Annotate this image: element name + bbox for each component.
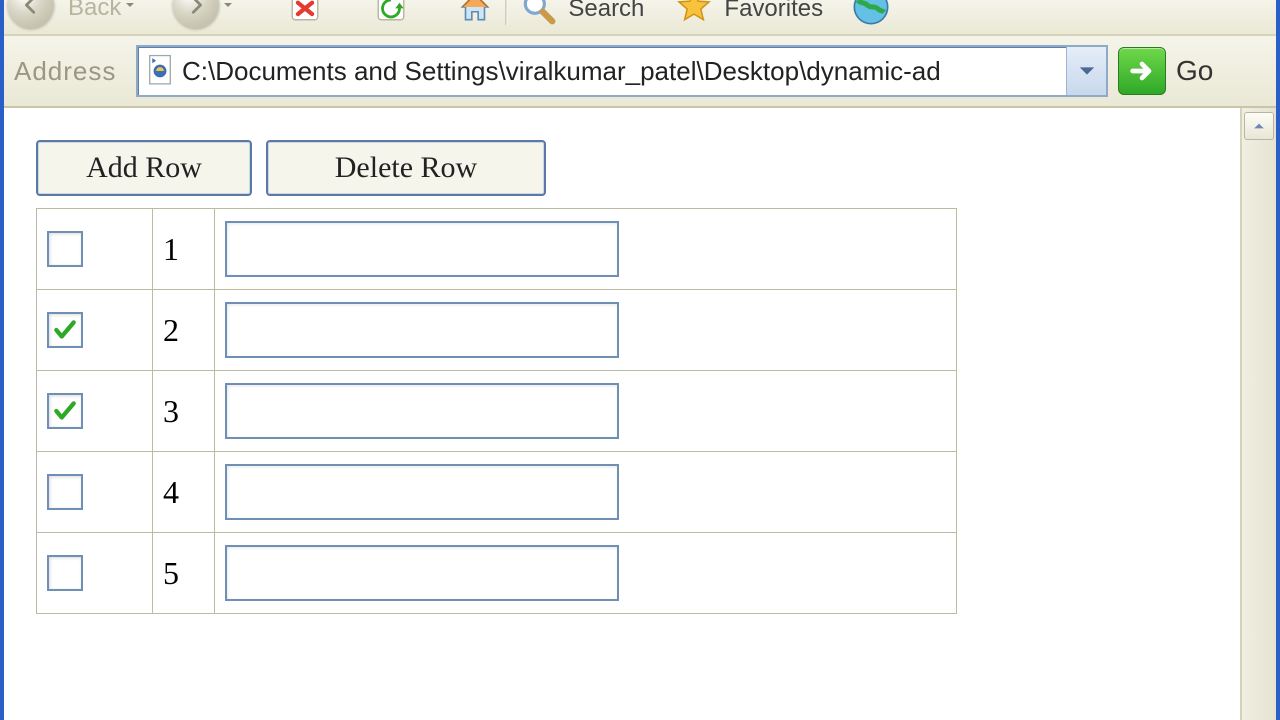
table-row: 5 <box>37 533 957 614</box>
address-toolbar: Address C:\Documents and Settings\viralk… <box>4 36 1276 108</box>
row-checkbox[interactable] <box>47 312 83 348</box>
chevron-up-icon <box>1253 120 1265 132</box>
navigation-toolbar: Back <box>4 0 1276 36</box>
data-table: 12345 <box>36 208 957 614</box>
row-text-input[interactable] <box>225 464 619 520</box>
back-button[interactable] <box>8 0 54 28</box>
row-number: 1 <box>153 209 215 290</box>
refresh-icon <box>374 0 408 24</box>
check-icon <box>52 398 78 424</box>
row-checkbox[interactable] <box>47 555 83 591</box>
row-number: 5 <box>153 533 215 614</box>
row-checkbox[interactable] <box>47 231 83 267</box>
address-dropdown[interactable] <box>1066 47 1106 95</box>
go-label: Go <box>1176 55 1213 87</box>
table-row: 3 <box>37 371 957 452</box>
row-number: 2 <box>153 290 215 371</box>
checkbox-cell <box>37 290 153 371</box>
row-text-input[interactable] <box>225 302 619 358</box>
forward-button[interactable] <box>173 0 219 28</box>
input-cell <box>215 533 957 614</box>
check-icon <box>52 317 78 343</box>
input-cell <box>215 290 957 371</box>
scroll-up-button[interactable] <box>1244 112 1274 140</box>
stop-button[interactable] <box>283 0 327 29</box>
page-icon <box>138 47 182 95</box>
row-number: 4 <box>153 452 215 533</box>
back-dropdown[interactable] <box>125 0 141 21</box>
address-url: C:\Documents and Settings\viralkumar_pat… <box>182 56 1066 87</box>
input-cell <box>215 371 957 452</box>
input-cell <box>215 209 957 290</box>
globe-icon <box>851 0 891 27</box>
chevron-down-icon <box>1078 62 1096 80</box>
page-content: Add Row Delete Row 12345 <box>4 108 1242 720</box>
row-number: 3 <box>153 371 215 452</box>
row-text-input[interactable] <box>225 545 619 601</box>
checkbox-cell <box>37 533 153 614</box>
address-label: Address <box>14 56 126 87</box>
address-input-box[interactable]: C:\Documents and Settings\viralkumar_pat… <box>136 45 1108 97</box>
media-button[interactable] <box>849 0 893 29</box>
content-wrap: Add Row Delete Row 12345 <box>4 108 1276 720</box>
table-row: 1 <box>37 209 957 290</box>
add-row-button[interactable]: Add Row <box>36 140 252 196</box>
refresh-button[interactable] <box>369 0 413 29</box>
go-button[interactable] <box>1118 47 1166 95</box>
checkbox-cell <box>37 371 153 452</box>
vertical-scrollbar[interactable] <box>1242 108 1276 720</box>
table-row: 2 <box>37 290 957 371</box>
arrow-right-icon <box>185 0 207 16</box>
home-button[interactable] <box>453 0 497 29</box>
table-row: 4 <box>37 452 957 533</box>
row-text-input[interactable] <box>225 221 619 277</box>
go-arrow-icon <box>1128 57 1156 85</box>
row-checkbox[interactable] <box>47 474 83 510</box>
search-label: Search <box>568 0 644 17</box>
input-cell <box>215 452 957 533</box>
forward-dropdown[interactable] <box>223 0 239 21</box>
home-icon <box>456 0 494 26</box>
back-label: Back <box>68 0 121 16</box>
stop-icon <box>288 0 322 24</box>
toolbar-divider <box>505 0 508 25</box>
search-button[interactable] <box>516 0 560 29</box>
checkbox-cell <box>37 452 153 533</box>
checkbox-cell <box>37 209 153 290</box>
row-text-input[interactable] <box>225 383 619 439</box>
row-checkbox[interactable] <box>47 393 83 429</box>
favorites-button[interactable] <box>672 0 716 29</box>
arrow-left-icon <box>20 0 42 16</box>
browser-window: Back <box>0 0 1280 720</box>
search-icon <box>519 0 557 26</box>
favorites-label: Favorites <box>724 0 823 17</box>
button-row: Add Row Delete Row <box>36 140 1208 196</box>
delete-row-button[interactable]: Delete Row <box>266 140 546 196</box>
star-icon <box>675 0 713 26</box>
